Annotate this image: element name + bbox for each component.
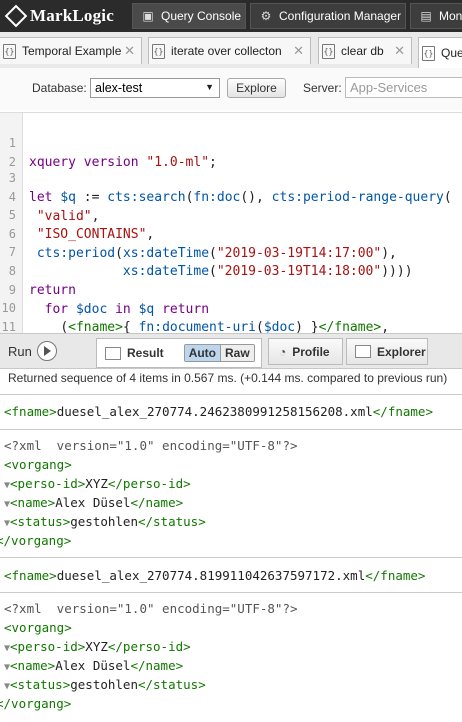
tab-clear-db[interactable]: {} clear db ✕ (318, 37, 412, 64)
query-tabs-row: {} Temporal Example ✕ {} iterate over co… (0, 32, 462, 69)
perso-id-value: XYZ (85, 639, 108, 654)
tab-iterate-over-collecton[interactable]: {} iterate over collecton ✕ (148, 37, 311, 64)
result-item: <?xml version="1.0" encoding="UTF-8"?> <… (0, 592, 462, 722)
database-row: Database: alex-test ▼ Explore Server: Ap… (0, 68, 462, 110)
xml-element-perso-id[interactable]: ▼<perso-id>XYZ</perso-id> (4, 474, 191, 495)
perso-id-value: XYZ (85, 476, 108, 491)
result-window-icon (105, 346, 121, 360)
explorer-label: Explorer (377, 344, 426, 359)
result-label: Result (127, 346, 164, 360)
document-uri: duesel_alex_270774.246238099125815620​8.… (56, 404, 373, 419)
logo-mark-icon (4, 4, 28, 28)
status-value: gestohlen (70, 677, 138, 692)
code-line: 8 return (0, 243, 462, 298)
nav-monitoring[interactable]: ▤ Moni (410, 3, 462, 29)
explore-button[interactable]: Explore (227, 78, 286, 98)
tab-label: Temporal Example (22, 44, 122, 58)
tab-label: clear db (341, 44, 384, 58)
close-icon[interactable]: ✕ (394, 43, 405, 59)
query-editor[interactable]: 1 xquery version "1.0-ml"; 2 3 let $q :=… (0, 112, 462, 354)
xml-element-status[interactable]: ▼<status>gestohlen</status> (4, 675, 206, 696)
xquery-file-icon: {} (422, 45, 435, 61)
gear-icon: ⚙ (260, 9, 272, 23)
nav-configuration-manager[interactable]: ⚙ Configuration Manager (250, 3, 406, 29)
tab-profile[interactable]: ◔ Profile (268, 338, 343, 365)
results-toolbar: Run Result Auto Raw ◔ Profile Explorer (0, 333, 462, 369)
result-item: <?xml version="1.0" encoding="UTF-8"?> <… (0, 429, 462, 558)
code-line: 11 $doc) (0, 299, 462, 354)
stopwatch-icon: ◔ (279, 344, 287, 359)
top-navigation-bar: MarkLogic ▣ Query Console ⚙ Configuratio… (0, 0, 462, 32)
server-select-value: App-Services (350, 80, 428, 95)
nav-configuration-manager-label: Configuration Manager (279, 9, 402, 23)
code-line: 6 cts:period(xs:dateTime("2019-03-19T14:… (0, 206, 462, 261)
execution-status: Returned sequence of 4 items in 0.567 ms… (8, 371, 448, 385)
tab-explorer[interactable]: Explorer (346, 338, 428, 365)
tab-result[interactable]: Result Auto Raw (96, 338, 262, 368)
database-select[interactable]: alex-test ▼ (90, 78, 220, 98)
close-icon[interactable]: ✕ (293, 43, 304, 59)
xquery-file-icon: {} (322, 43, 335, 59)
run-button[interactable]: Run (8, 341, 57, 361)
nav-monitoring-label: Moni (439, 9, 462, 23)
xml-element-perso-id[interactable]: ▼<perso-id>XYZ</perso-id> (4, 637, 191, 658)
monitor-icon: ▤ (420, 9, 432, 23)
code-line: 9 for $doc in $q return (0, 262, 462, 317)
xml-declaration: <?xml version="1.0" encoding="UTF-8"?> (4, 438, 298, 453)
code-line: 10 (<fname>{ fn:document-uri($doc) }</fn… (1, 301, 390, 335)
document-uri: duesel_alex_270774.819911042637597172.xm… (56, 568, 366, 583)
auto-toggle-option[interactable]: Auto (184, 345, 221, 361)
tab-label: Que (441, 46, 462, 60)
logo-text: MarkLogic (30, 6, 114, 25)
code-line: 3 let $q := cts:search(fn:doc(), cts:per… (0, 150, 462, 205)
result-fname-line[interactable]: <fname>duesel_alex_270774.81991104263759… (4, 566, 425, 585)
code-line: 4 "valid", (0, 169, 462, 224)
name-value: Alex Düsel (55, 658, 131, 673)
nav-query-console[interactable]: ▣ Query Console (132, 3, 246, 29)
play-icon (36, 341, 57, 361)
profile-label: Profile (292, 344, 330, 359)
console-icon: ▣ (142, 9, 154, 23)
xml-declaration: <?xml version="1.0" encoding="UTF-8"?> (4, 601, 298, 616)
xml-element-vorgang[interactable]: <vorgang> (4, 455, 72, 474)
xml-element-name[interactable]: ▼<name>Alex Düsel</name> (4, 656, 183, 677)
dropdown-arrow-icon: ▼ (205, 82, 214, 92)
xml-element-vorgang-close: </vorgang> (0, 533, 72, 548)
result-item: <fname>duesel_alex_270774.24623809912581… (0, 394, 462, 430)
result-fname-line[interactable]: <fname>duesel_alex_270774.24623809912581… (4, 402, 433, 421)
xml-element-vorgang-close: </vorgang> (0, 696, 72, 711)
xml-element-vorgang[interactable]: <vorgang> (4, 618, 72, 637)
nav-query-console-label: Query Console (161, 9, 242, 23)
xml-element-status[interactable]: ▼<status>gestohlen</status> (4, 512, 206, 533)
tab-query-active[interactable]: {} Que (418, 37, 462, 68)
database-select-value: alex-test (95, 81, 143, 95)
code-line: 1 xquery version "1.0-ml"; (0, 115, 462, 170)
close-icon[interactable]: ✕ (124, 43, 135, 59)
result-item: <fname>duesel_alex_270774.81991104263759… (0, 557, 462, 593)
xml-element-name[interactable]: ▼<name>Alex Düsel</name> (4, 493, 183, 514)
xquery-file-icon: {} (152, 43, 165, 59)
code-line: 7 xs:dateTime("2019-03-19T14:18:00")))) (0, 224, 462, 279)
xquery-file-icon: {} (3, 43, 16, 59)
server-label: Server: (303, 81, 342, 95)
code-line: 5 "ISO_CONTAINS", (0, 187, 462, 242)
run-label: Run (8, 343, 32, 359)
database-label: Database: (32, 81, 87, 95)
marklogic-logo[interactable]: MarkLogic (4, 4, 114, 28)
explorer-icon (355, 345, 371, 358)
raw-toggle-option[interactable]: Raw (220, 345, 254, 361)
server-select[interactable]: App-Services (345, 77, 462, 98)
name-value: Alex Düsel (55, 495, 131, 510)
tab-temporal-example[interactable]: {} Temporal Example ✕ (0, 37, 142, 64)
status-value: gestohlen (70, 514, 138, 529)
auto-raw-toggle[interactable]: Auto Raw (183, 344, 255, 362)
tab-label: iterate over collecton (171, 44, 282, 58)
